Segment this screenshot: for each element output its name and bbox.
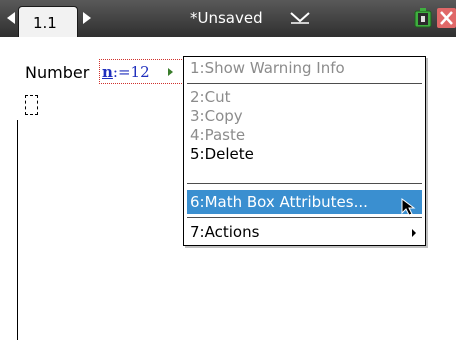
menu-item-label: 6:Math Box Attributes... (190, 193, 368, 211)
menu-item-copy[interactable]: 3:Copy (187, 107, 422, 126)
menu-item-actions[interactable]: 7:Actions (187, 223, 422, 242)
menu-separator (187, 83, 422, 84)
menu-item-delete[interactable]: 5:Delete (187, 145, 422, 164)
math-expression: n:=12 (102, 63, 150, 81)
page-edge-line (17, 120, 18, 340)
empty-math-box[interactable] (25, 95, 38, 115)
menu-item-label: 7:Actions (190, 223, 260, 241)
chevron-down-icon[interactable] (289, 10, 311, 24)
title-bar: 1.1 *Unsaved (0, 0, 456, 37)
document-title[interactable]: *Unsaved (190, 9, 263, 27)
number-label: Number (25, 63, 90, 82)
result-arrow-icon (168, 68, 173, 76)
page-tab[interactable]: 1.1 (18, 6, 78, 37)
math-assignment: :=12 (112, 63, 150, 81)
page-tab-label: 1.1 (33, 14, 57, 32)
mouse-cursor-icon (401, 198, 416, 216)
chevron-left-icon[interactable] (7, 12, 15, 24)
menu-item-show-warning-info[interactable]: 1:Show Warning Info (187, 59, 422, 78)
context-menu: 1:Show Warning Info 2:Cut 3:Copy 4:Paste… (183, 56, 426, 246)
menu-item-paste[interactable]: 4:Paste (187, 126, 422, 145)
menu-separator (187, 217, 422, 218)
menu-item-cut[interactable]: 2:Cut (187, 88, 422, 107)
submenu-arrow-icon (412, 229, 416, 237)
battery-icon (414, 8, 432, 28)
math-variable: n (102, 63, 113, 81)
menu-item-math-box-attributes[interactable]: 6:Math Box Attributes... (187, 190, 422, 216)
close-icon[interactable] (437, 8, 456, 28)
chevron-right-icon[interactable] (83, 12, 91, 24)
menu-separator (187, 183, 422, 184)
